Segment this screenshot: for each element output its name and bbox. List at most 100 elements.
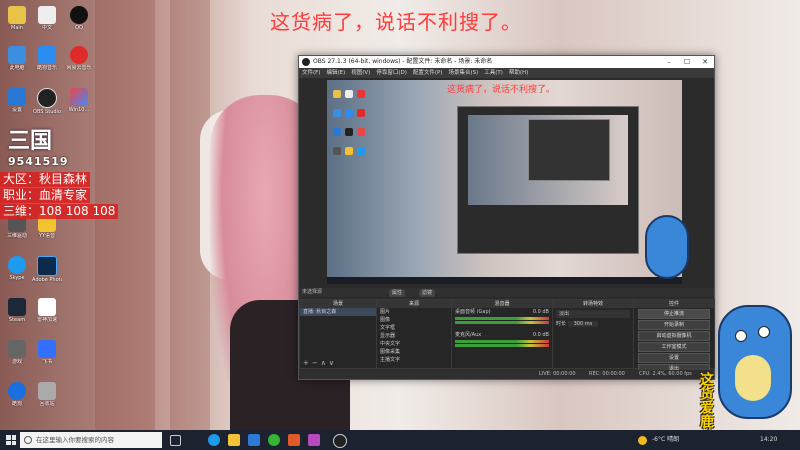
- logo-number: 9541519: [8, 155, 69, 168]
- sanwei-label: 三维：108 108 108: [0, 204, 119, 219]
- track-value: 0.0 dB: [532, 332, 549, 338]
- desktop-icon[interactable]: Adobe Photoshop: [32, 256, 62, 283]
- taskbar-search-input[interactable]: 在这里输入你要搜索的内容: [20, 432, 162, 448]
- windows-start-icon[interactable]: [6, 435, 16, 445]
- obs-statusbar: LIVE: 00:00:00 REC: 00:00:00 CPU: 2.4%, …: [299, 370, 714, 379]
- down-icon[interactable]: ∨: [329, 359, 337, 367]
- audio-meter: [455, 317, 549, 320]
- sources-header: 来源: [377, 300, 451, 308]
- desktop-icon[interactable]: 酷狗: [2, 382, 32, 407]
- add-icon[interactable]: +: [303, 359, 312, 367]
- settings-button[interactable]: 设置: [638, 353, 710, 363]
- virtual-camera-button[interactable]: 启动虚拟摄像机: [638, 331, 710, 341]
- no-source-label: 未选择源: [302, 289, 323, 295]
- search-placeholder: 在这里输入你要搜索的内容: [36, 436, 114, 444]
- transition-select[interactable]: 淡出: [556, 310, 630, 318]
- desktop-icon[interactable]: OBS Studio: [32, 88, 62, 115]
- desktop-icon[interactable]: Steam: [2, 298, 32, 323]
- controls-header: 控件: [634, 300, 714, 308]
- menu-item[interactable]: 帮助(H): [509, 68, 528, 78]
- up-icon[interactable]: ∧: [321, 359, 329, 367]
- menu-item[interactable]: 视图(V): [351, 68, 370, 78]
- nested-inner-window: [528, 119, 610, 181]
- controls-panel: 控件 停止推流 开始录制 启动虚拟摄像机 工作室模式 设置 退出: [633, 299, 715, 374]
- track-name: 麦克风/Aux: [455, 332, 482, 338]
- minimize-icon[interactable]: –: [660, 56, 678, 68]
- mixer-header: 混音器: [452, 300, 552, 308]
- desktop-icon[interactable]: 雷神加速: [32, 298, 62, 323]
- remove-icon[interactable]: −: [312, 359, 321, 367]
- scene-item[interactable]: 直播: 秋目之森: [300, 308, 376, 316]
- preview-desktop-icons: [331, 86, 371, 162]
- taskbar: 在这里输入你要搜索的内容 -6°C 晴朗 14:20: [0, 430, 800, 450]
- source-item[interactable]: 图像: [377, 316, 451, 324]
- obs-titlebar[interactable]: OBS 27.1.3 (64-bit, windows) - 配置文件: 未命名…: [299, 56, 714, 68]
- live-status: LIVE: 00:00:00: [539, 371, 576, 377]
- weather-text[interactable]: -6°C 晴朗: [652, 430, 679, 450]
- duration-label: 时长: [556, 321, 567, 327]
- filters-button[interactable]: 滤镜: [419, 289, 436, 297]
- desktop-icon[interactable]: QQ: [64, 6, 94, 31]
- desktop-icon[interactable]: 中文: [32, 6, 62, 31]
- wechat-icon[interactable]: [268, 434, 280, 446]
- menu-item[interactable]: 编辑(E): [326, 68, 345, 78]
- desktop-icon[interactable]: 酷狗音乐: [32, 46, 62, 71]
- thunder-icon: [38, 298, 56, 316]
- desktop-icon[interactable]: 此电脑: [2, 46, 32, 71]
- maximize-icon[interactable]: ☐: [678, 56, 696, 68]
- duration-input[interactable]: 300 ms: [567, 321, 599, 327]
- kugou-icon: [8, 382, 26, 400]
- explorer-icon[interactable]: [228, 434, 240, 446]
- obs-icon: [37, 88, 57, 108]
- desktop-icon[interactable]: Win10...: [64, 88, 94, 113]
- audio-meter: [455, 321, 549, 324]
- start-recording-button[interactable]: 开始录制: [638, 320, 710, 330]
- stop-streaming-button[interactable]: 停止推流: [638, 309, 710, 319]
- source-item[interactable]: 中央文字: [377, 340, 451, 348]
- win-icon: [70, 88, 88, 106]
- obs-preview[interactable]: 这货病了，说话不利搜了。: [327, 80, 682, 284]
- store-icon[interactable]: [248, 434, 260, 446]
- close-icon[interactable]: ✕: [696, 56, 714, 68]
- source-item[interactable]: 文字框: [377, 324, 451, 332]
- audio-meter: [455, 344, 549, 347]
- app-icon[interactable]: [288, 434, 300, 446]
- desktop-icon[interactable]: 飞书: [32, 340, 62, 365]
- scenes-panel: 场景 直播: 秋目之森 +−∧∨: [299, 299, 377, 369]
- task-view-icon[interactable]: [170, 435, 181, 446]
- studio-mode-button[interactable]: 工作室模式: [638, 342, 710, 352]
- desktop-icon[interactable]: 设置: [2, 88, 32, 113]
- skype-icon: [8, 256, 26, 274]
- edge-icon[interactable]: [208, 434, 220, 446]
- obs-menubar: 文件(F) 编辑(E) 视图(V) 停靠窗口(D) 配置文件(P) 场景集合(S…: [299, 68, 714, 78]
- source-item[interactable]: 图像采集: [377, 348, 451, 356]
- app-icon[interactable]: [308, 434, 320, 446]
- desktop-icon[interactable]: Skype: [2, 256, 32, 281]
- cpu-status: CPU: 2.4%, 60.00 fps: [639, 371, 692, 377]
- desktop-icon[interactable]: 回收站: [32, 382, 62, 407]
- menu-item[interactable]: 文件(F): [302, 68, 320, 78]
- top-caption: 这货病了，说话不利搜了。: [270, 10, 522, 34]
- scenes-header: 场景: [300, 300, 376, 308]
- menu-item[interactable]: 配置文件(P): [413, 68, 443, 78]
- photoshop-icon: [37, 256, 57, 276]
- desktop-icon[interactable]: Main: [2, 6, 32, 31]
- obs-taskbar-icon[interactable]: [333, 434, 347, 448]
- source-item[interactable]: 主播文字: [377, 356, 451, 364]
- game-icon: [8, 340, 26, 358]
- clock[interactable]: 14:20: [760, 430, 777, 450]
- mixer-track: 麦克风/Aux 0.0 dB: [452, 331, 552, 339]
- menu-item[interactable]: 场景集合(S): [448, 68, 478, 78]
- obs-window[interactable]: OBS 27.1.3 (64-bit, windows) - 配置文件: 未命名…: [298, 55, 715, 380]
- menu-item[interactable]: 停靠窗口(D): [376, 68, 407, 78]
- menu-item[interactable]: 工具(T): [484, 68, 503, 78]
- source-item[interactable]: 显示器: [377, 332, 451, 340]
- desktop-icon[interactable]: 游戏: [2, 340, 32, 365]
- mixer-panel: 混音器 桌面音频 (Gap) 0.0 dB 麦克风/Aux 0.0 dB: [451, 299, 553, 369]
- settings-icon: [8, 88, 26, 106]
- properties-button[interactable]: 属性: [389, 289, 406, 297]
- desktop-icon[interactable]: 网易云音乐: [64, 46, 94, 71]
- qq-icon: [70, 6, 88, 24]
- source-item[interactable]: 图片: [377, 308, 451, 316]
- source-toolbar: 未选择源: [299, 288, 714, 297]
